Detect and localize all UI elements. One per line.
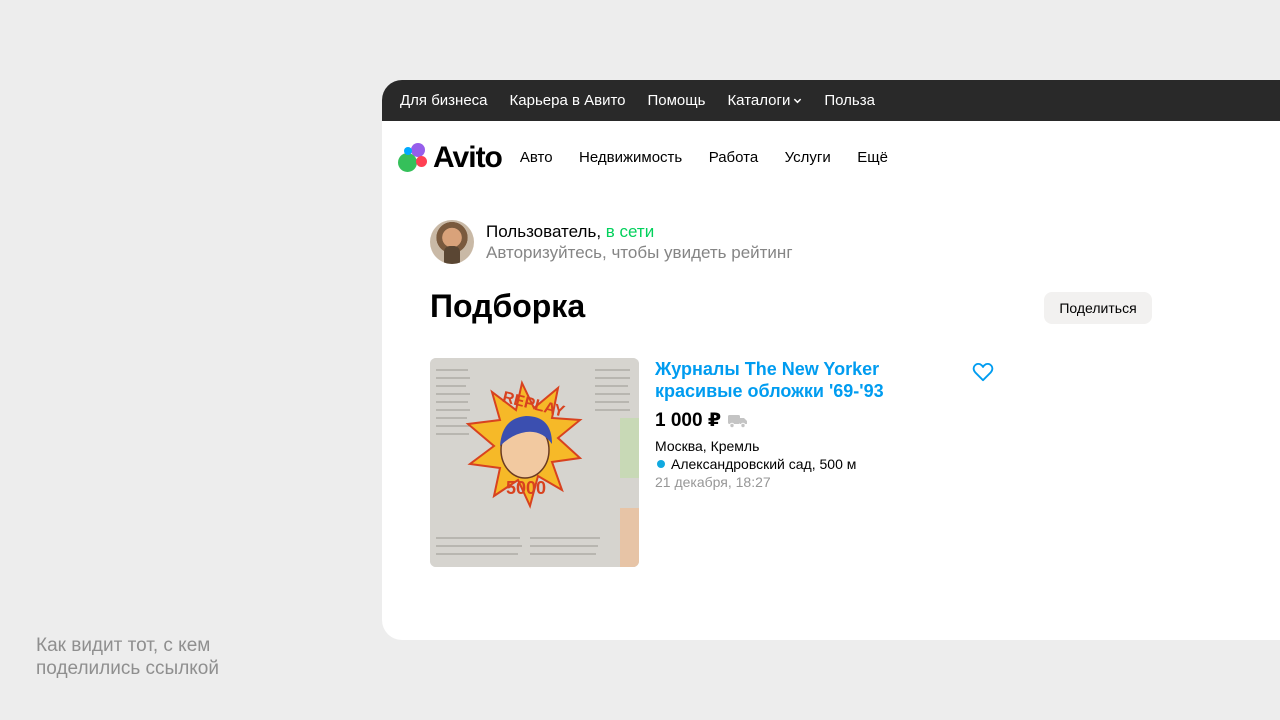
logo-dots-icon [398, 143, 432, 173]
listing-info: Журналы The New Yorker красивые обложки … [655, 358, 995, 491]
topbar-link-benefit[interactable]: Польза [824, 92, 875, 109]
metro-station: Александровский сад, 500 м [671, 456, 857, 472]
nav-item-auto[interactable]: Авто [520, 149, 553, 166]
site-header: Avito Авто Недвижимость Работа Услуги Ещ… [382, 121, 1280, 195]
profile-name[interactable]: Пользователь, [486, 222, 601, 241]
listing-photo[interactable]: REPLAY 5000 [430, 358, 639, 567]
caption: Как видит тот, с кем поделились ссылкой [36, 634, 296, 680]
nav-item-more[interactable]: Ещё [857, 149, 888, 166]
caption-line: Как видит тот, с кем [36, 635, 211, 656]
caption-line: поделились ссылкой [36, 658, 219, 679]
topbar-link-help[interactable]: Помощь [648, 92, 706, 109]
topbar-link-career[interactable]: Карьера в Авито [510, 92, 626, 109]
topbar-link-catalogs[interactable]: Каталоги [727, 92, 802, 109]
metro-line-icon [657, 460, 665, 468]
listing-price: 1 000 ₽ [655, 410, 722, 431]
heart-icon[interactable] [972, 362, 994, 382]
page-title: Подборка [430, 288, 586, 324]
avito-logo[interactable]: Avito [398, 141, 503, 175]
share-button[interactable]: Поделиться [1044, 292, 1152, 324]
nav-item-realty[interactable]: Недвижимость [579, 149, 682, 166]
delivery-truck-icon [728, 414, 748, 428]
avatar[interactable] [430, 220, 474, 264]
topbar-link-catalogs-label: Каталоги [727, 92, 791, 109]
main-nav: Авто Недвижимость Работа Услуги Ещё [520, 149, 910, 167]
listing-metro: Александровский сад, 500 м [655, 455, 995, 473]
chevron-down-icon [794, 98, 802, 104]
online-status: в сети [605, 221, 655, 241]
svg-text:5000: 5000 [506, 478, 546, 498]
profile-name-line: Пользователь, в сети [486, 221, 793, 242]
listing-title-line: Журналы The New Yorker [655, 359, 880, 379]
magazine-cover-image: REPLAY 5000 [430, 358, 639, 567]
browser-window: Для бизнеса Карьера в Авито Помощь Катал… [382, 80, 1280, 640]
user-profile: Пользователь, в сети Авторизуйтесь, чтоб… [430, 220, 793, 264]
listing-title[interactable]: Журналы The New Yorker красивые обложки … [655, 358, 995, 402]
price-row: 1 000 ₽ [655, 409, 995, 432]
logo-wordmark: Avito [433, 141, 503, 174]
listing-date: 21 декабря, 18:27 [655, 474, 771, 490]
listing-address: Москва, Кремль [655, 438, 760, 454]
nav-item-jobs[interactable]: Работа [709, 149, 759, 166]
nav-item-services[interactable]: Услуги [785, 149, 831, 166]
topbar-link-business[interactable]: Для бизнеса [400, 92, 488, 109]
top-bar: Для бизнеса Карьера в Авито Помощь Катал… [382, 80, 1280, 121]
rating-hint: Авторизуйтесь, чтобы увидеть рейтинг [486, 242, 793, 262]
listing-title-line: красивые обложки '69-'93 [655, 381, 884, 401]
